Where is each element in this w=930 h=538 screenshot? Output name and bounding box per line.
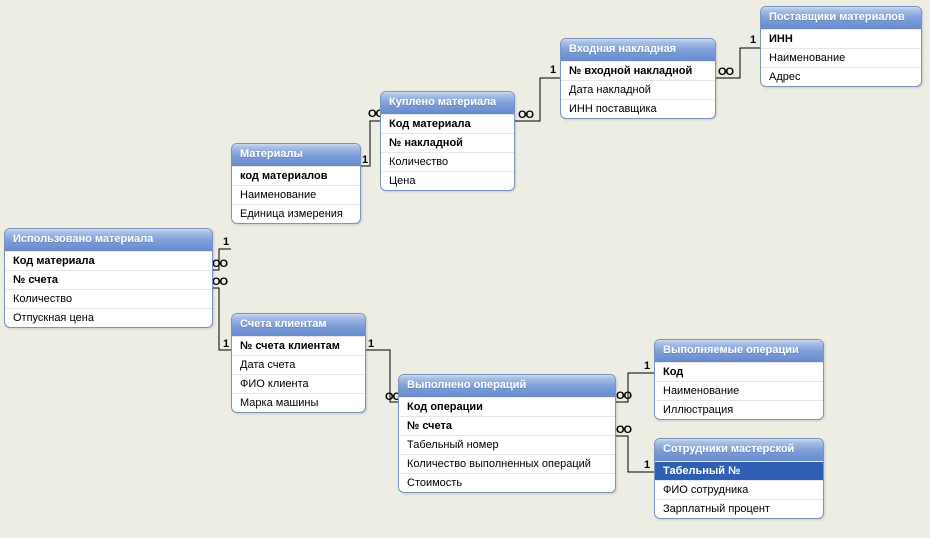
card-one: 1 bbox=[223, 236, 229, 248]
entity-title[interactable]: Использовано материала bbox=[5, 229, 212, 251]
field[interactable]: Марка машины bbox=[232, 393, 365, 412]
entity-title[interactable]: Счета клиентам bbox=[232, 314, 365, 336]
entity-title[interactable]: Сотрудники мастерской bbox=[655, 439, 823, 461]
field[interactable]: Табельный номер bbox=[399, 435, 615, 454]
field[interactable]: Иллюстрация bbox=[655, 400, 823, 419]
entity-operations-done[interactable]: Выполнено операций Код операции № счета … bbox=[398, 374, 616, 493]
entity-title[interactable]: Входная накладная bbox=[561, 39, 715, 61]
field[interactable]: Код материала bbox=[5, 251, 212, 270]
card-one: 1 bbox=[362, 154, 368, 166]
field[interactable]: Наименование bbox=[761, 48, 921, 67]
field[interactable]: Код материала bbox=[381, 114, 514, 133]
entity-operations[interactable]: Выполняемые операции Код Наименование Ил… bbox=[654, 339, 824, 420]
entity-materials[interactable]: Материалы код материалов Наименование Ед… bbox=[231, 143, 361, 224]
field[interactable]: Код операции bbox=[399, 397, 615, 416]
entity-title[interactable]: Выполняемые операции bbox=[655, 340, 823, 362]
card-many: OO bbox=[212, 276, 227, 288]
entity-bought-material[interactable]: Куплено материала Код материала № наклад… bbox=[380, 91, 515, 191]
card-one: 1 bbox=[368, 338, 374, 350]
card-many: OO bbox=[518, 109, 533, 121]
field[interactable]: Количество bbox=[381, 152, 514, 171]
card-many: OO bbox=[616, 424, 631, 436]
field[interactable]: Количество выполненных операций bbox=[399, 454, 615, 473]
field[interactable]: № накладной bbox=[381, 133, 514, 152]
card-one: 1 bbox=[550, 64, 556, 76]
card-one: 1 bbox=[644, 360, 650, 372]
field[interactable]: Код bbox=[655, 362, 823, 381]
entity-used-material[interactable]: Использовано материала Код материала № с… bbox=[4, 228, 213, 328]
card-one: 1 bbox=[750, 34, 756, 46]
entity-title[interactable]: Выполнено операций bbox=[399, 375, 615, 397]
field[interactable]: Наименование bbox=[232, 185, 360, 204]
field[interactable]: Стоимость bbox=[399, 473, 615, 492]
entity-incoming-invoice[interactable]: Входная накладная № входной накладной Да… bbox=[560, 38, 716, 119]
card-one: 1 bbox=[223, 338, 229, 350]
card-many: OO bbox=[616, 390, 631, 402]
field[interactable]: Зарплатный процент bbox=[655, 499, 823, 518]
card-many: OO bbox=[718, 66, 733, 78]
field[interactable]: ИНН поставщика bbox=[561, 99, 715, 118]
entity-client-accounts[interactable]: Счета клиентам № счета клиентам Дата сче… bbox=[231, 313, 366, 413]
entity-title[interactable]: Поставщики материалов bbox=[761, 7, 921, 29]
card-one: 1 bbox=[644, 459, 650, 471]
field[interactable]: Адрес bbox=[761, 67, 921, 86]
field[interactable]: ФИО сотрудника bbox=[655, 480, 823, 499]
field[interactable]: Цена bbox=[381, 171, 514, 190]
field[interactable]: Количество bbox=[5, 289, 212, 308]
field[interactable]: ФИО клиента bbox=[232, 374, 365, 393]
field[interactable]: № входной накладной bbox=[561, 61, 715, 80]
field[interactable]: № счета bbox=[399, 416, 615, 435]
field[interactable]: Наименование bbox=[655, 381, 823, 400]
field[interactable]: Дата счета bbox=[232, 355, 365, 374]
field[interactable]: Дата накладной bbox=[561, 80, 715, 99]
field[interactable]: код материалов bbox=[232, 166, 360, 185]
entity-suppliers[interactable]: Поставщики материалов ИНН Наименование А… bbox=[760, 6, 922, 87]
field[interactable]: № счета bbox=[5, 270, 212, 289]
field[interactable]: Единица измерения bbox=[232, 204, 360, 223]
entity-title[interactable]: Куплено материала bbox=[381, 92, 514, 114]
entity-employees[interactable]: Сотрудники мастерской Табельный № ФИО со… bbox=[654, 438, 824, 519]
field[interactable]: Отпускная цена bbox=[5, 308, 212, 327]
entity-title[interactable]: Материалы bbox=[232, 144, 360, 166]
card-many: OO bbox=[212, 258, 227, 270]
field[interactable]: Табельный № bbox=[655, 461, 823, 480]
field[interactable]: ИНН bbox=[761, 29, 921, 48]
field[interactable]: № счета клиентам bbox=[232, 336, 365, 355]
